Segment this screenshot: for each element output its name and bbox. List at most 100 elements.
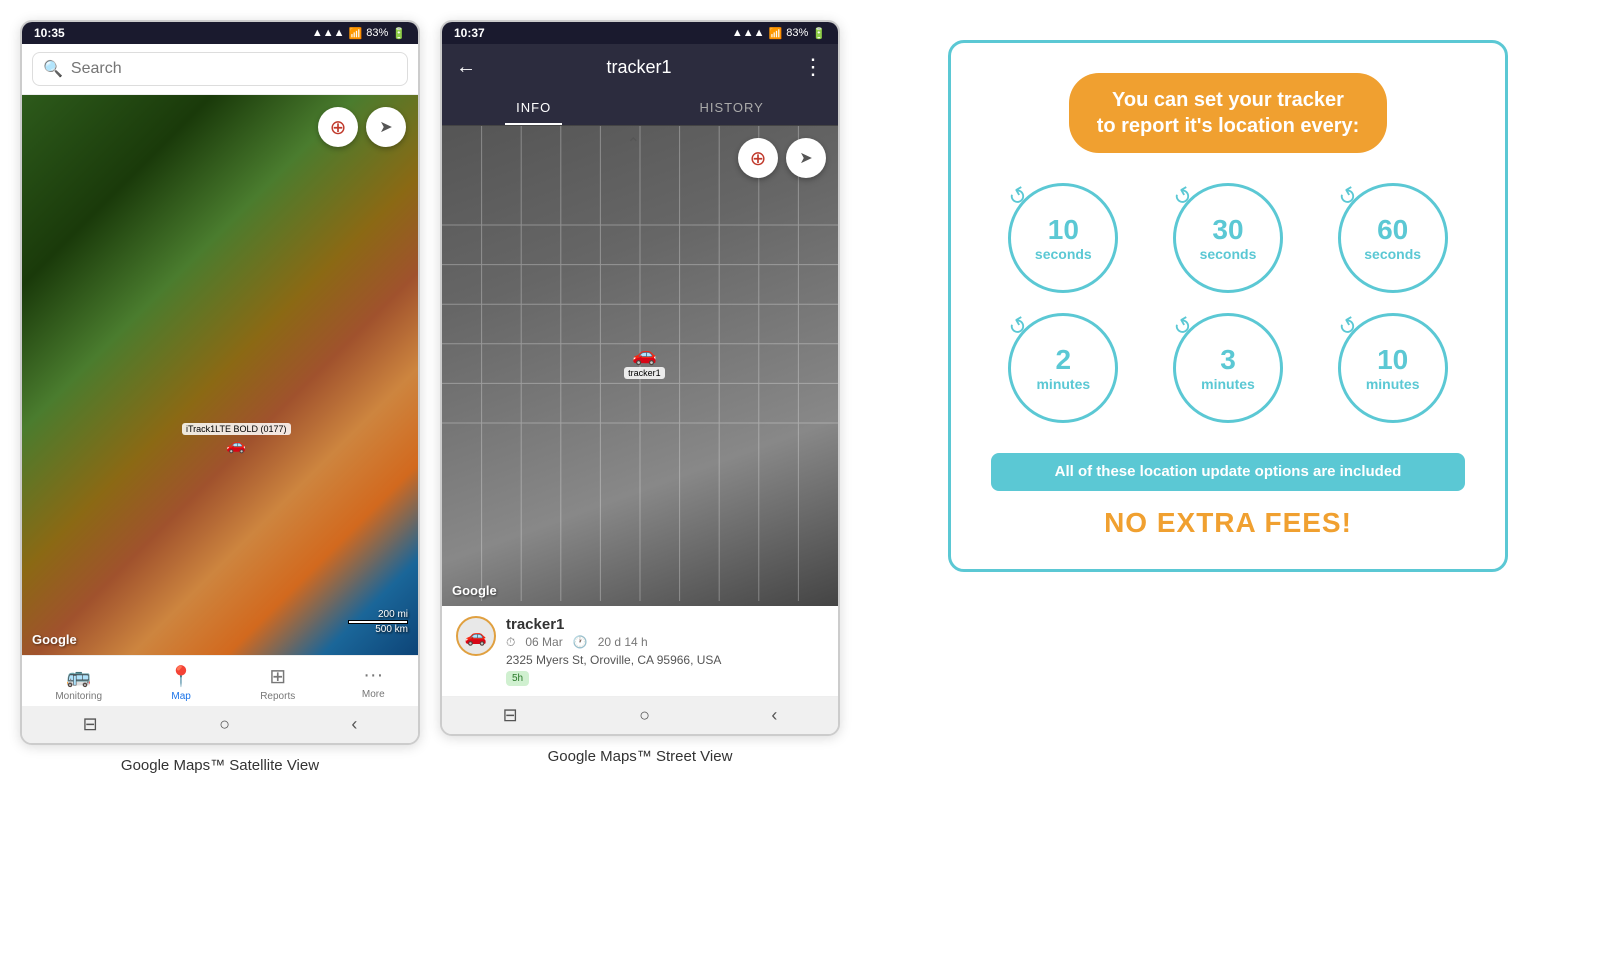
interval-item-4: ↺ 3 minutes xyxy=(1156,313,1301,423)
promo-panel: You can set your tracker to report it's … xyxy=(860,20,1596,592)
arrow-2: ↺ xyxy=(1333,181,1362,213)
phone2-title: tracker1 xyxy=(606,57,671,78)
phone2-navigate-button[interactable]: ➤ xyxy=(786,138,826,178)
phone1-battery: 83% xyxy=(366,27,388,39)
phone2-caption: Google Maps™ Street View xyxy=(548,744,733,769)
included-box: All of these location update options are… xyxy=(991,453,1465,491)
tracker-car-icon: 🚗 xyxy=(465,626,487,647)
tracker-info-bar: 🚗 tracker1 ⏱ 06 Mar 🕐 20 d 14 h 2325 Mye… xyxy=(442,606,838,697)
map-label: Map xyxy=(171,691,190,702)
gesture-recent-icon: ⊟ xyxy=(83,714,98,735)
interval-grid: ↺ 10 seconds ↺ 30 seconds xyxy=(991,183,1465,423)
interval-inner-3: 2 minutes xyxy=(1036,344,1090,392)
tracker-details: tracker1 ⏱ 06 Mar 🕐 20 d 14 h 2325 Myers… xyxy=(506,616,721,686)
interval-number-3: 2 xyxy=(1056,344,1072,376)
promo-card: You can set your tracker to report it's … xyxy=(948,40,1508,572)
phone2-mockup: 10:37 ▲▲▲ 📶 83% 🔋 ← tracker1 ⋮ INFO HIST… xyxy=(440,20,840,736)
tracker-info-left: 🚗 tracker1 ⏱ 06 Mar 🕐 20 d 14 h 2325 Mye… xyxy=(456,616,721,686)
interval-number-1: 30 xyxy=(1212,214,1243,246)
phone2-google-watermark: Google xyxy=(452,583,497,598)
tracker-address: 2325 Myers St, Oroville, CA 95966, USA xyxy=(506,653,721,667)
interval-unit-1: seconds xyxy=(1200,246,1257,262)
phone1-signal-icon: ▲▲▲ xyxy=(312,27,345,39)
interval-item-0: ↺ 10 seconds xyxy=(991,183,1136,293)
google-watermark: Google xyxy=(32,632,77,647)
reports-label: Reports xyxy=(260,691,295,702)
promo-title-box: You can set your tracker to report it's … xyxy=(1069,73,1388,153)
phone1-status-icons: ▲▲▲ 📶 83% 🔋 xyxy=(312,27,406,40)
tracker-meta: ⏱ 06 Mar 🕐 20 d 14 h xyxy=(506,635,721,650)
nav-reports[interactable]: ⊞ Reports xyxy=(260,664,295,702)
scale-top: 200 mi xyxy=(378,609,408,620)
more-icon: ··· xyxy=(363,664,383,687)
scale-bar: 200 mi 500 km xyxy=(348,609,408,635)
tracker-date: 06 Mar xyxy=(525,635,562,650)
arrow-1: ↺ xyxy=(1169,181,1198,213)
nav-more[interactable]: ··· More xyxy=(362,664,385,702)
promo-title: You can set your tracker to report it's … xyxy=(1097,87,1360,139)
phone1-mockup: 10:35 ▲▲▲ 📶 83% 🔋 🔍 ⊕ xyxy=(20,20,420,745)
tracker-name: tracker1 xyxy=(506,616,721,633)
no-fees-text: NO EXTRA FEES! xyxy=(991,507,1465,539)
interval-circle-1: ↺ 30 seconds xyxy=(1173,183,1283,293)
search-icon: 🔍 xyxy=(43,59,63,79)
back-button[interactable]: ← xyxy=(456,56,476,79)
monitoring-icon: 🚌 xyxy=(66,664,91,689)
tracker-avatar: 🚗 xyxy=(456,616,496,656)
interval-inner-4: 3 minutes xyxy=(1201,344,1255,392)
satellite-map-bg: ⊕ ➤ iTrack1LTE BOLD (0177) 🚗 Google 200 … xyxy=(22,95,418,655)
phone2-wifi-icon: 📶 xyxy=(769,27,783,40)
interval-inner-2: 60 seconds xyxy=(1364,214,1421,262)
interval-inner-1: 30 seconds xyxy=(1200,214,1257,262)
map-icon: 📍 xyxy=(169,664,194,689)
street-car-icon: 🚗 xyxy=(632,342,657,367)
promo-title-line2: to report it's location every: xyxy=(1097,115,1360,137)
phone2-navigate-icon: ➤ xyxy=(799,148,812,168)
interval-inner-0: 10 seconds xyxy=(1035,214,1092,262)
phone1-map: ⊕ ➤ iTrack1LTE BOLD (0177) 🚗 Google 200 … xyxy=(22,95,418,655)
nav-monitoring[interactable]: 🚌 Monitoring xyxy=(55,664,102,702)
phone2-compass-button[interactable]: ⊕ xyxy=(738,138,778,178)
tracker-label: iTrack1LTE BOLD (0177) xyxy=(182,423,291,435)
arrow-3: ↺ xyxy=(1004,311,1033,343)
compass-icon: ⊕ xyxy=(330,115,347,140)
tab-info-label: INFO xyxy=(516,100,551,115)
interval-unit-3: minutes xyxy=(1036,376,1090,392)
interval-unit-2: seconds xyxy=(1364,246,1421,262)
phone2-gesture-back-icon: ‹ xyxy=(771,705,777,726)
phone1-caption: Google Maps™ Satellite View xyxy=(121,753,319,778)
phone1-gesture-bar: ⊟ ○ ‹ xyxy=(22,706,418,743)
interval-inner-5: 10 minutes xyxy=(1366,344,1420,392)
phone2-more-button[interactable]: ⋮ xyxy=(802,54,824,80)
tab-info[interactable]: INFO xyxy=(486,90,581,125)
phone2-gesture-bar: ⊟ ○ ‹ xyxy=(442,697,838,734)
search-input[interactable] xyxy=(71,60,397,78)
compass-button[interactable]: ⊕ xyxy=(318,107,358,147)
phone2-tabs: INFO HISTORY xyxy=(442,90,838,126)
arrow-5: ↺ xyxy=(1333,311,1362,343)
interval-item-2: ↺ 60 seconds xyxy=(1320,183,1465,293)
phone2-status-icons: ▲▲▲ 📶 83% 🔋 xyxy=(732,27,826,40)
interval-item-3: ↺ 2 minutes xyxy=(991,313,1136,423)
search-box[interactable]: 🔍 xyxy=(32,52,408,86)
tab-history-label: HISTORY xyxy=(700,100,764,115)
reports-icon: ⊞ xyxy=(269,664,286,689)
phone2-gesture-home-icon: ○ xyxy=(639,705,650,726)
navigate-button[interactable]: ➤ xyxy=(366,107,406,147)
tracker-marker: iTrack1LTE BOLD (0177) 🚗 xyxy=(182,423,291,455)
interval-number-0: 10 xyxy=(1048,214,1079,246)
tracker-duration: 20 d 14 h xyxy=(598,635,648,650)
more-label: More xyxy=(362,689,385,700)
tracker-badge: 5h xyxy=(506,671,529,686)
interval-item-1: ↺ 30 seconds xyxy=(1156,183,1301,293)
nav-map[interactable]: 📍 Map xyxy=(169,664,194,702)
phone2-battery: 83% xyxy=(786,27,808,39)
phone1-bottom-nav: 🚌 Monitoring 📍 Map ⊞ Reports ··· More xyxy=(22,655,418,706)
tab-history[interactable]: HISTORY xyxy=(670,90,794,125)
phone1-search-bar: 🔍 xyxy=(22,44,418,95)
scale-bottom: 500 km xyxy=(375,624,408,635)
promo-title-line1: You can set your tracker xyxy=(1112,89,1344,111)
interval-unit-0: seconds xyxy=(1035,246,1092,262)
street-map-bg: ⊕ ➤ 🚗 tracker1 Google ⌃ xyxy=(442,126,838,606)
phone2-battery-icon: 🔋 xyxy=(812,27,826,40)
